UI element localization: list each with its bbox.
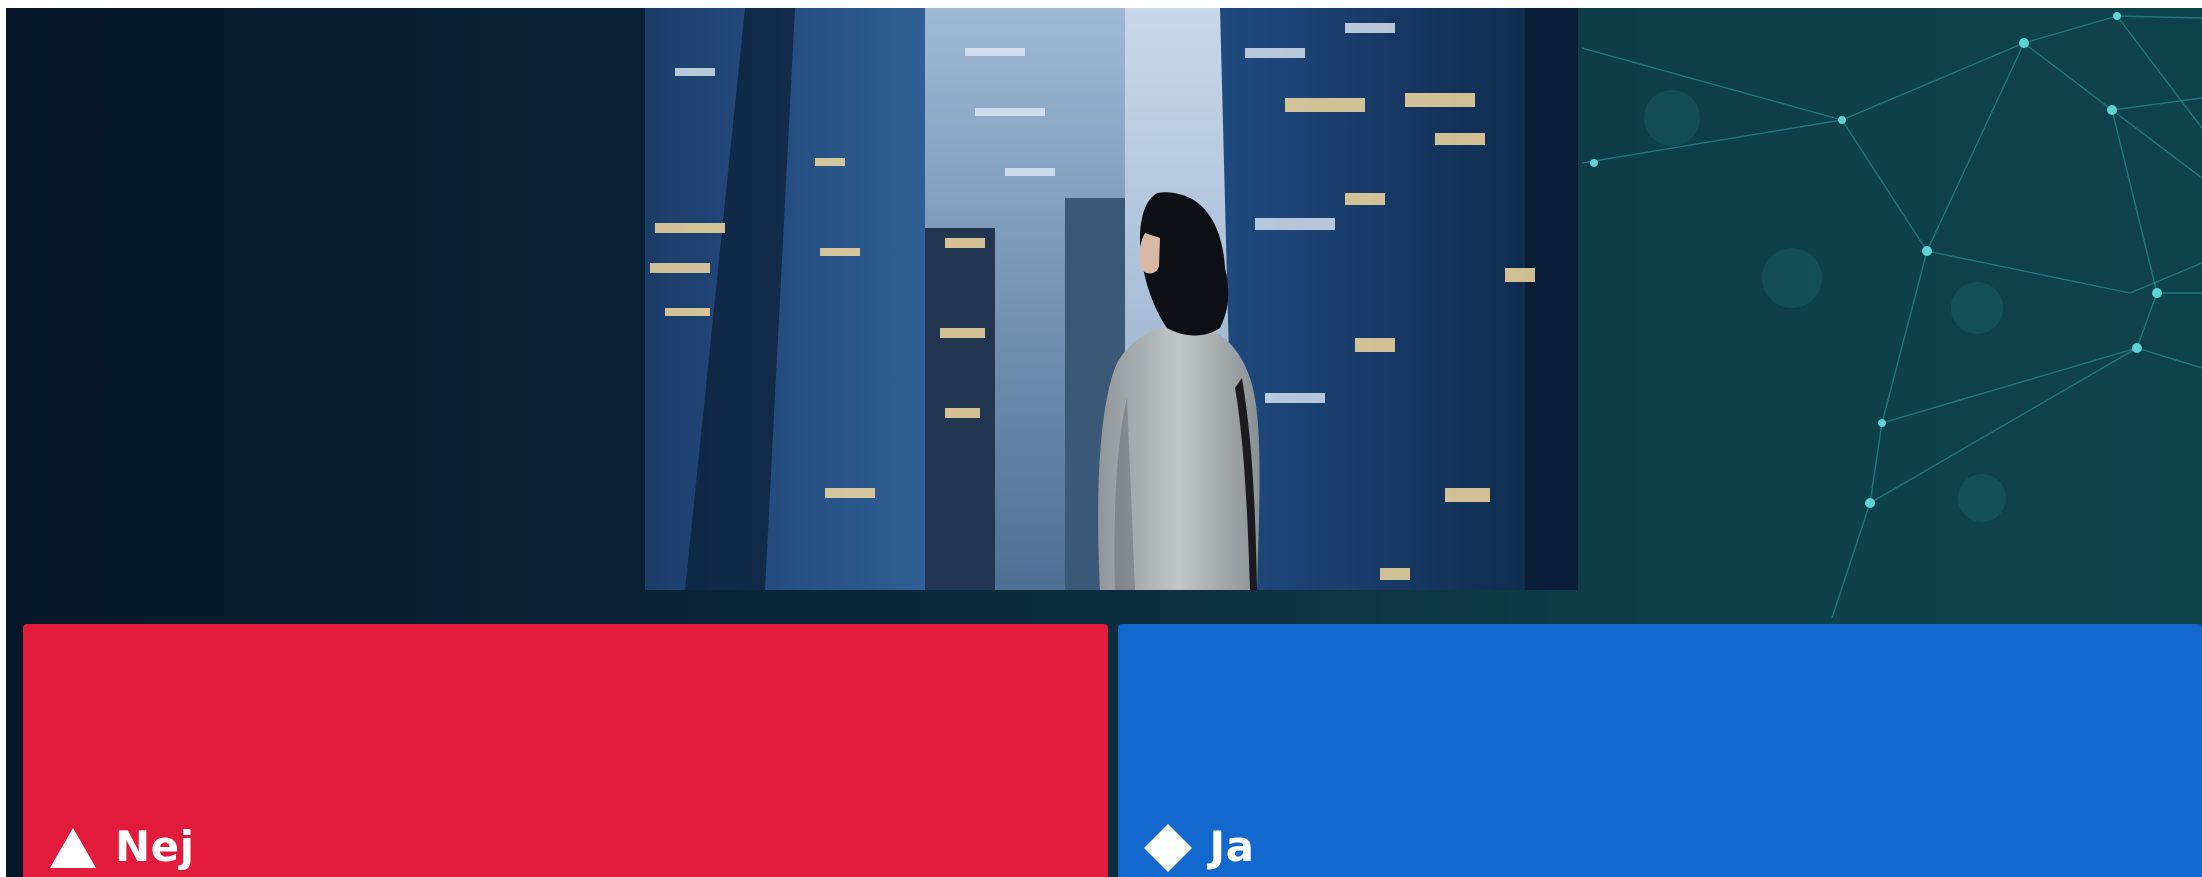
answer-options: Nej Ja [23,624,2202,877]
question-image [645,8,1578,590]
city-night-photo [645,8,1578,590]
answer-option-nej[interactable]: Nej [23,624,1108,877]
network-graph-icon [1582,12,2202,618]
diamond-icon [1143,824,1192,872]
triangle-icon [50,828,96,868]
quiz-stage: Nej Ja [6,8,2202,877]
answer-option-ja[interactable]: Ja [1117,624,2202,877]
answer-label: Nej [115,822,195,871]
answer-label: Ja [1209,822,1255,871]
